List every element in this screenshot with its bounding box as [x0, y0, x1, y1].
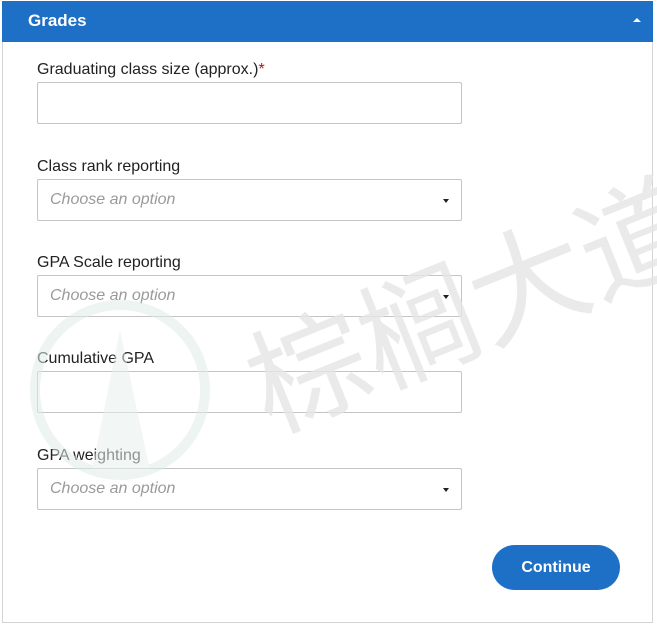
- required-asterisk: *: [258, 61, 265, 78]
- gpa-scale-select[interactable]: Choose an option: [37, 275, 462, 317]
- class-size-input[interactable]: [38, 83, 461, 123]
- class-size-label-text: Graduating class size (approx.): [37, 61, 259, 78]
- cumulative-gpa-input[interactable]: [38, 372, 461, 412]
- class-rank-select[interactable]: Choose an option: [37, 179, 462, 221]
- gpa-scale-placeholder: Choose an option: [50, 287, 176, 304]
- class-size-field[interactable]: [37, 82, 462, 124]
- class-rank-label: Class rank reporting: [37, 158, 181, 175]
- chevron-down-icon: [443, 295, 449, 299]
- class-rank-placeholder: Choose an option: [50, 191, 176, 208]
- chevron-down-icon: [443, 488, 449, 492]
- gpa-scale-label: GPA Scale reporting: [37, 254, 181, 271]
- panel-header[interactable]: Grades: [2, 1, 653, 42]
- collapse-caret-icon[interactable]: [633, 18, 641, 22]
- continue-button[interactable]: Continue: [492, 545, 620, 590]
- gpa-weighting-label: GPA weighting: [37, 447, 141, 464]
- chevron-down-icon: [443, 199, 449, 203]
- cumulative-gpa-field[interactable]: [37, 371, 462, 413]
- class-size-label: Graduating class size (approx.)*: [37, 61, 265, 79]
- cumulative-gpa-label: Cumulative GPA: [37, 350, 155, 367]
- gpa-weighting-select[interactable]: Choose an option: [37, 468, 462, 510]
- panel-title: Grades: [28, 11, 87, 30]
- gpa-weighting-placeholder: Choose an option: [50, 480, 176, 497]
